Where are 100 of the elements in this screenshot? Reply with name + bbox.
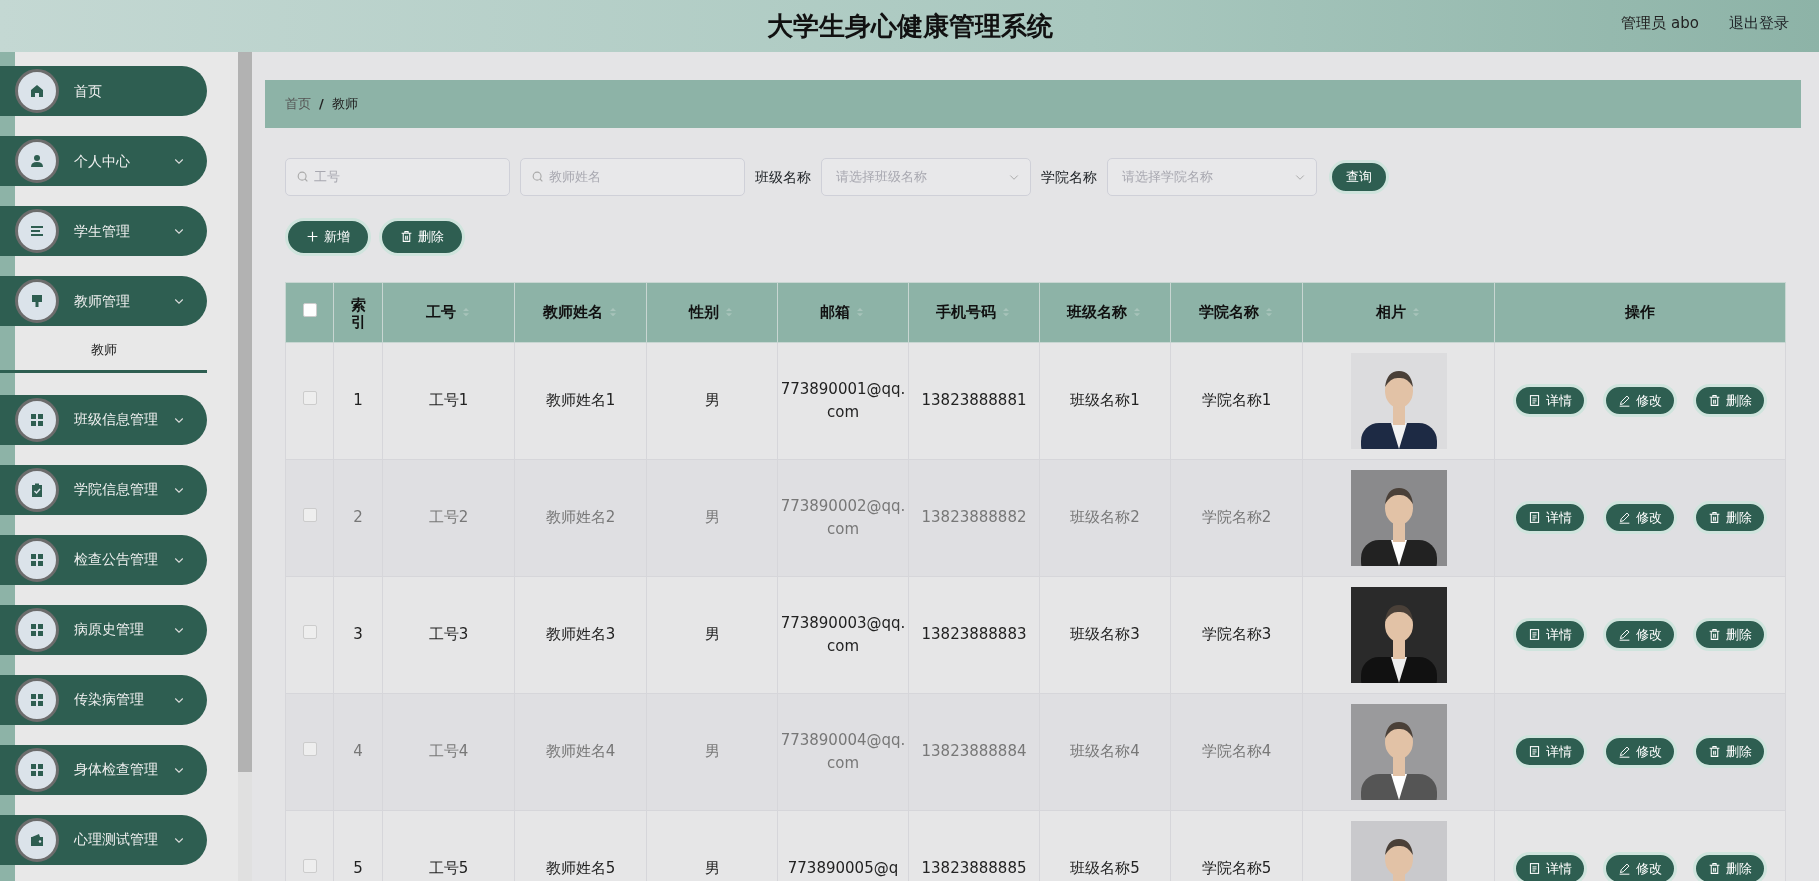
- column-header[interactable]: 工号: [425, 300, 472, 324]
- document-icon: [1528, 862, 1541, 875]
- edit-button[interactable]: 修改: [1603, 734, 1677, 769]
- sidebar-item[interactable]: 病原史管理: [0, 604, 207, 655]
- sort-icon: [723, 306, 735, 318]
- trash-icon: [1708, 394, 1721, 407]
- user-name: 管理员 abo: [1621, 13, 1699, 34]
- checkbox[interactable]: [302, 391, 317, 406]
- trash-icon: [1708, 745, 1721, 758]
- grid-icon: [29, 411, 45, 428]
- search-icon: [296, 170, 310, 184]
- table-cell: 工号4: [428, 742, 469, 761]
- pencil-icon: [1618, 862, 1631, 875]
- checkbox[interactable]: [302, 302, 317, 317]
- sidebar-item[interactable]: 个人中心: [0, 136, 207, 186]
- table-cell: 773890002@qq.com: [780, 497, 906, 538]
- table-cell: 工号5: [428, 859, 469, 878]
- table-cell: 2: [353, 508, 363, 527]
- sort-icon: [1131, 306, 1143, 318]
- table-cell: 教师姓名3: [545, 625, 616, 644]
- sidebar-item[interactable]: 首页: [0, 66, 207, 116]
- document-icon: [1528, 511, 1541, 524]
- sidebar-item[interactable]: 学生管理: [0, 206, 207, 256]
- table-cell: 学院名称1: [1201, 391, 1272, 410]
- pencil-icon: [1618, 394, 1631, 407]
- sidebar-item[interactable]: 心理测试管理: [0, 814, 207, 865]
- table-cell: 工号2: [428, 508, 469, 527]
- sidebar-item[interactable]: 传染病管理: [0, 674, 207, 725]
- column-header[interactable]: 性别: [689, 300, 735, 324]
- delete-button[interactable]: 删除: [379, 218, 465, 256]
- table-cell: 男: [704, 859, 720, 878]
- sidebar-item[interactable]: 班级信息管理: [0, 394, 207, 445]
- table-cell: 13823888883: [921, 625, 1027, 644]
- delete-button[interactable]: 删除: [1693, 383, 1767, 418]
- table-cell: 773890004@qq.com: [780, 731, 906, 772]
- grid-icon: [29, 691, 45, 708]
- document-icon: [1528, 394, 1541, 407]
- document-icon: [1528, 628, 1541, 641]
- sidebar-item[interactable]: 学院信息管理: [0, 464, 207, 515]
- edit-button[interactable]: 修改: [1603, 851, 1677, 881]
- document-icon: [1528, 745, 1541, 758]
- checkbox[interactable]: [302, 508, 317, 523]
- home-icon: [29, 83, 45, 99]
- column-header[interactable]: 相片: [1375, 300, 1422, 324]
- table-cell: 班级名称5: [1070, 859, 1140, 878]
- filter-label: 班级名称: [755, 167, 811, 187]
- app-title: 大学生身心健康管理系统: [766, 9, 1053, 43]
- checkbox[interactable]: [302, 742, 317, 757]
- table-cell: 教师姓名4: [545, 742, 616, 761]
- table-cell: 教师姓名1: [545, 391, 616, 410]
- wallet-icon: [29, 831, 45, 848]
- detail-button[interactable]: 详情: [1513, 383, 1587, 418]
- table-cell: 男: [704, 625, 720, 644]
- edit-button[interactable]: 修改: [1603, 383, 1677, 418]
- add-button[interactable]: 新增: [285, 218, 371, 256]
- checkbox[interactable]: [302, 625, 317, 640]
- sort-icon: [854, 306, 866, 318]
- table-cell: 773890005@q: [787, 859, 899, 878]
- edit-button[interactable]: 修改: [1603, 500, 1677, 535]
- trash-icon: [400, 230, 413, 244]
- table-cell: 1: [353, 391, 363, 410]
- pencil-icon: [1618, 628, 1631, 641]
- table-cell: 13823888882: [921, 508, 1027, 527]
- table-cell: 教师姓名2: [545, 508, 616, 527]
- table-cell: 教师姓名5: [545, 859, 616, 878]
- list-icon: [29, 223, 45, 239]
- table-cell: 学院名称4: [1201, 742, 1272, 761]
- brush-icon: [29, 293, 45, 309]
- detail-button[interactable]: 详情: [1513, 851, 1587, 881]
- delete-button[interactable]: 删除: [1693, 617, 1767, 652]
- trash-icon: [1708, 862, 1721, 875]
- table-cell: 班级名称4: [1070, 742, 1140, 761]
- pencil-icon: [1618, 745, 1631, 758]
- sidebar-item[interactable]: 检查公告管理: [0, 534, 207, 585]
- sidebar-item[interactable]: 教师管理: [0, 276, 207, 326]
- user-icon: [29, 153, 45, 169]
- trash-icon: [1708, 511, 1721, 524]
- table-cell: 工号3: [428, 625, 469, 644]
- detail-button[interactable]: 详情: [1513, 500, 1587, 535]
- table-cell: 工号1: [428, 391, 469, 410]
- delete-button[interactable]: 删除: [1693, 500, 1767, 535]
- table-cell: 班级名称2: [1070, 508, 1140, 527]
- column-header[interactable]: 邮箱: [820, 300, 866, 324]
- detail-button[interactable]: 详情: [1513, 734, 1587, 769]
- sort-icon: [1000, 306, 1012, 318]
- clipboard-icon: [29, 481, 45, 498]
- logout-link[interactable]: 退出登录: [1729, 12, 1789, 35]
- checkbox[interactable]: [302, 859, 317, 874]
- submenu-item[interactable]: 教师: [0, 334, 207, 373]
- delete-button[interactable]: 删除: [1693, 851, 1767, 881]
- edit-button[interactable]: 修改: [1603, 617, 1677, 652]
- table-cell: 773890001@qq.com: [780, 380, 906, 421]
- sidebar-item[interactable]: 身体检查管理: [0, 744, 207, 795]
- trash-icon: [1708, 628, 1721, 641]
- table-cell: 5: [353, 859, 363, 878]
- search-button[interactable]: 查询: [1329, 160, 1389, 194]
- scrollbar[interactable]: [238, 52, 252, 881]
- detail-button[interactable]: 详情: [1513, 617, 1587, 652]
- grid-icon: [29, 621, 45, 638]
- delete-button[interactable]: 删除: [1693, 734, 1767, 769]
